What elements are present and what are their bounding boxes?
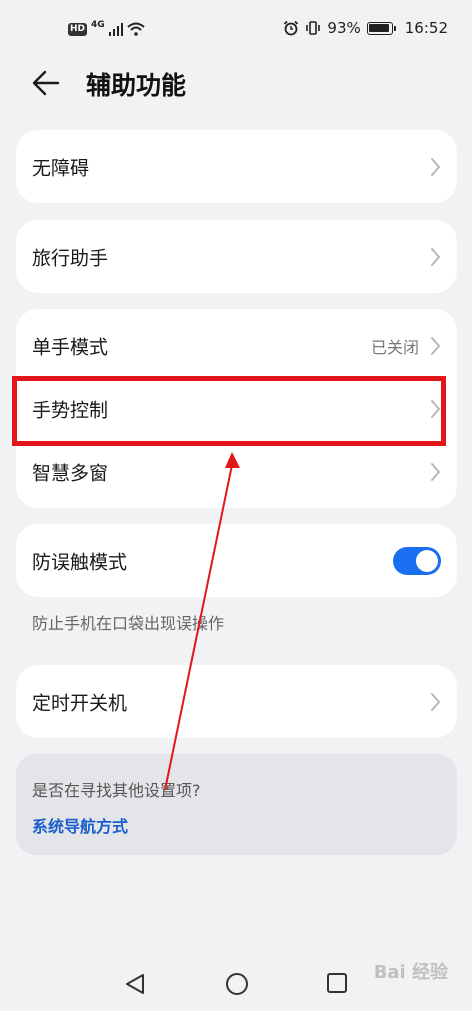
system-navigation-link[interactable]: 系统导航方式 (32, 813, 128, 837)
anti-touch-row: 防误触模式 (16, 530, 457, 592)
network-label: 4G (91, 20, 105, 30)
page-title: 辅助功能 (86, 71, 187, 100)
smart-multiwindow-row[interactable]: 智慧多窗 (16, 441, 457, 503)
anti-touch-label: 防误触模式 (32, 551, 128, 574)
smart-multiwindow-label: 智慧多窗 (32, 462, 109, 485)
accessibility-label: 无障碍 (32, 157, 90, 180)
chevron-right-icon (431, 248, 441, 266)
accessibility-card: 无障碍 (16, 130, 457, 203)
anti-touch-toggle[interactable] (393, 547, 441, 575)
nav-recents-icon[interactable] (326, 972, 348, 994)
chevron-right-icon (431, 337, 441, 355)
toggle-knob (416, 550, 438, 572)
alarm-icon (284, 20, 299, 36)
status-left: HD 4G (68, 20, 145, 38)
back-button[interactable] (30, 68, 64, 98)
chevron-right-icon (431, 693, 441, 711)
travel-assistant-row[interactable]: 旅行助手 (16, 226, 457, 288)
anti-touch-card: 防误触模式 (16, 524, 457, 597)
header: 辅助功能 (0, 60, 472, 108)
nav-home-icon[interactable] (225, 972, 249, 996)
search-suggestion-question: 是否在寻找其他设置项? (32, 781, 201, 800)
battery-icon (366, 21, 396, 35)
scheduled-power-card: 定时开关机 (16, 665, 457, 738)
vibrate-icon (306, 21, 321, 35)
anti-touch-hint: 防止手机在口袋出现误操作 (32, 614, 225, 633)
travel-assistant-card: 旅行助手 (16, 220, 457, 293)
gesture-control-row[interactable]: 手势控制 (16, 378, 457, 440)
one-hand-mode-row[interactable]: 单手模式 已关闭 (16, 315, 457, 377)
one-hand-mode-status: 已关闭 (370, 338, 419, 357)
scheduled-power-label: 定时开关机 (32, 692, 128, 715)
wifi-icon (127, 22, 145, 36)
chevron-right-icon (431, 158, 441, 176)
baidu-watermark: Bai 经验 (373, 962, 448, 983)
hd-icon: HD (68, 22, 88, 36)
search-suggestion-card: 是否在寻找其他设置项? 系统导航方式 (16, 754, 457, 855)
window-settings-card: 单手模式 已关闭 手势控制 智慧多窗 (16, 309, 457, 508)
battery-fill (369, 24, 389, 32)
signal-icon (108, 23, 123, 36)
status-bar: HD 4G 93% 16:52 (0, 0, 472, 58)
chevron-right-icon (431, 463, 441, 481)
status-right: 93% 16:52 (283, 19, 448, 37)
accessibility-row[interactable]: 无障碍 (16, 136, 457, 198)
battery-percent: 93% (327, 19, 361, 37)
one-hand-mode-label: 单手模式 (32, 336, 109, 359)
scheduled-power-row[interactable]: 定时开关机 (16, 671, 457, 733)
travel-assistant-label: 旅行助手 (32, 247, 109, 270)
gesture-control-label: 手势控制 (32, 399, 109, 422)
nav-back-icon[interactable] (124, 972, 146, 996)
back-arrow-icon (32, 70, 60, 96)
clock: 16:52 (404, 19, 448, 37)
chevron-right-icon (431, 400, 441, 418)
